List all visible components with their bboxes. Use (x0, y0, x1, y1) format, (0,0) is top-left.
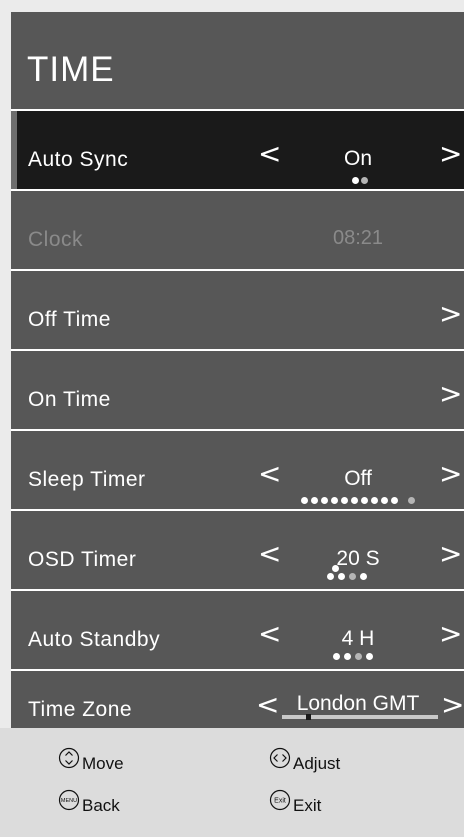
time-zone-slider-thumb (306, 714, 311, 720)
menu-item-label: Off Time (28, 308, 111, 331)
hint-exit: Exit Exit (269, 784, 321, 816)
menu-item-label: Sleep Timer (28, 468, 146, 491)
option-dot (311, 497, 318, 504)
menu-title: TIME (27, 50, 115, 89)
chevron-right-icon[interactable]: > (439, 137, 462, 170)
option-dot (301, 497, 308, 504)
clock-value: 08:21 (332, 227, 384, 249)
chevron-right-icon[interactable]: > (439, 617, 462, 650)
menu-item-label: Clock (28, 228, 84, 251)
menu-item-label: OSD Timer (28, 548, 137, 571)
menu-icon-text: MENU (61, 798, 77, 804)
chevron-right-icon[interactable]: > (439, 457, 462, 490)
menu-button-icon: MENU (58, 789, 80, 811)
menu-item-auto-sync[interactable]: Auto Sync < On > (11, 111, 464, 189)
option-dot (321, 497, 328, 504)
option-dot (381, 497, 388, 504)
menu-item-label: Auto Standby (28, 628, 161, 651)
menu-item-value: 20 S (336, 547, 380, 570)
option-dot (352, 177, 359, 184)
option-dot (338, 573, 345, 580)
menu-item-clock: Clock 08:21 (11, 191, 464, 269)
menu-item-value: London GMT (296, 692, 420, 715)
menu-item-sleep-timer[interactable]: Sleep Timer < Off > (11, 431, 464, 509)
option-dot (361, 497, 368, 504)
option-dot (355, 653, 362, 660)
option-dot (360, 573, 367, 580)
option-dot (371, 497, 378, 504)
menu-item-auto-standby[interactable]: Auto Standby < 4 H > (11, 591, 464, 669)
menu-item-value: On (343, 147, 372, 170)
chevron-right-icon[interactable]: > (439, 297, 462, 330)
hint-move-label: Move (82, 754, 124, 773)
chevron-right-icon[interactable]: > (439, 377, 462, 410)
option-dot (344, 653, 351, 660)
menu-item-osd-timer[interactable]: OSD Timer < 20 S > (11, 511, 464, 589)
menu-item-value: 4 H (341, 627, 375, 650)
hint-adjust: Adjust (269, 742, 340, 774)
option-dot (341, 497, 348, 504)
left-right-arrows-icon (269, 747, 291, 769)
chevron-right-icon[interactable]: > (439, 537, 462, 570)
option-dot (366, 653, 373, 660)
option-dot (327, 573, 334, 580)
hint-back-label: Back (82, 796, 120, 815)
key-hint-bar: Move Adjust MENU Back Exit Exit (0, 728, 464, 837)
hint-adjust-label: Adjust (293, 754, 341, 773)
option-dot (333, 653, 340, 660)
menu-item-value: Off (344, 467, 372, 490)
option-dot (361, 177, 368, 184)
exit-icon-text: Exit (274, 798, 286, 805)
hint-move: Move (58, 742, 124, 774)
hint-back: MENU Back (58, 784, 120, 816)
menu-item-on-time[interactable]: On Time > (11, 351, 464, 429)
menu-item-label: Time Zone (28, 698, 133, 721)
menu-item-label: Auto Sync (28, 148, 129, 171)
option-dot (331, 497, 338, 504)
chevron-right-icon[interactable]: > (441, 688, 464, 721)
option-dot (408, 497, 415, 504)
menu-title-bar: TIME (11, 12, 464, 109)
option-dot (351, 497, 358, 504)
selection-indicator (11, 111, 17, 189)
menu-item-label: On Time (28, 388, 111, 411)
up-down-arrows-icon (58, 747, 80, 769)
menu-item-off-time[interactable]: Off Time > (11, 271, 464, 349)
option-dot (391, 497, 398, 504)
menu-item-time-zone[interactable]: Time Zone < London GMT > (11, 671, 464, 728)
time-menu-panel: TIME Auto Sync < On > Clock 08:21 Off Ti… (11, 12, 464, 728)
option-dot (332, 565, 339, 572)
exit-button-icon: Exit (269, 789, 291, 811)
option-dot (349, 573, 356, 580)
hint-exit-label: Exit (293, 796, 322, 815)
